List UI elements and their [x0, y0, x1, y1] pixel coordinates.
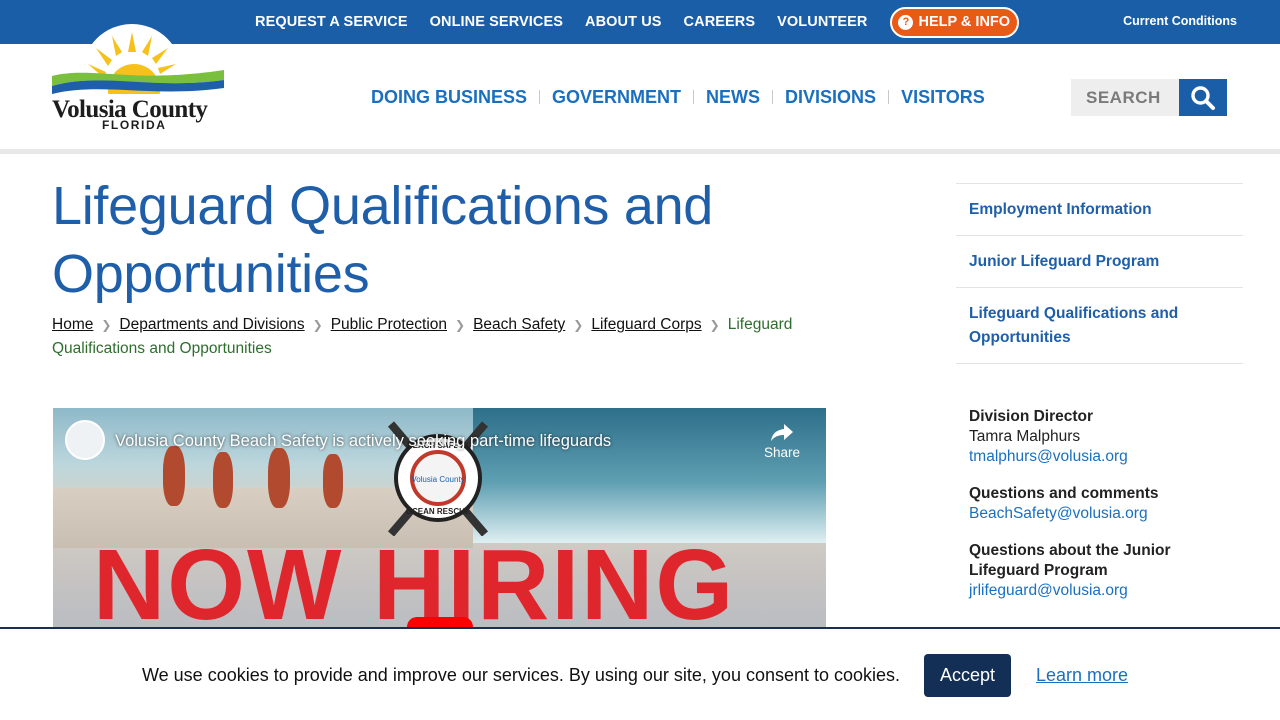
breadcrumb-departments[interactable]: Departments and Divisions: [119, 316, 304, 333]
nav-visitors[interactable]: VISITORS: [889, 87, 997, 108]
current-conditions-link[interactable]: Current Conditions: [1123, 14, 1237, 28]
share-label: Share: [763, 445, 801, 460]
utility-link-volunteer[interactable]: VOLUNTEER: [777, 14, 867, 30]
badge-county-text: Volusia County: [411, 475, 464, 484]
contact-label: Questions and comments: [969, 485, 1159, 502]
chevron-right-icon: ❯: [312, 318, 323, 332]
contact-questions: Questions and comments BeachSafety@volus…: [969, 484, 1239, 524]
share-arrow-icon: [771, 424, 793, 441]
contact-junior-lifeguard: Questions about the Junior Lifeguard Pro…: [969, 541, 1239, 601]
main-nav: DOING BUSINESS GOVERNMENT NEWS DIVISIONS…: [359, 84, 997, 110]
sidebar-item-employment[interactable]: Employment Information: [956, 184, 1243, 236]
utility-link-about-us[interactable]: ABOUT US: [585, 14, 662, 30]
sidebar-item-junior-lifeguard[interactable]: Junior Lifeguard Program: [956, 236, 1243, 288]
search-input[interactable]: SEARCH: [1071, 79, 1179, 116]
badge-bottom-text: OCEAN RESCUE: [406, 507, 471, 516]
nav-news[interactable]: NEWS: [694, 87, 772, 108]
nav-doing-business[interactable]: DOING BUSINESS: [359, 87, 539, 108]
utility-link-careers[interactable]: CAREERS: [684, 14, 756, 30]
help-info-label: HELP & INFO: [918, 14, 1011, 30]
contact-list: Division Director Tamra Malphurs tmalphu…: [969, 407, 1239, 618]
utility-link-online-services[interactable]: ONLINE SERVICES: [430, 14, 563, 30]
contact-email-link[interactable]: tmalphurs@volusia.org: [969, 448, 1128, 465]
cookie-message: We use cookies to provide and improve ou…: [142, 665, 901, 685]
breadcrumb-beach-safety[interactable]: Beach Safety: [473, 316, 565, 333]
video-runner: [163, 446, 185, 506]
nav-divisions[interactable]: DIVISIONS: [773, 87, 888, 108]
sidebar-nav: Employment Information Junior Lifeguard …: [956, 183, 1243, 364]
cookie-learn-more-link[interactable]: Learn more: [1036, 665, 1128, 686]
logo-subtitle: FLORIDA: [102, 118, 167, 132]
video-title[interactable]: Volusia County Beach Safety is actively …: [115, 432, 611, 451]
cookie-banner: We use cookies to provide and improve ou…: [0, 627, 1280, 720]
video-player[interactable]: Volusia County BEACH SAFETY OCEAN RESCUE…: [53, 408, 826, 633]
magnifier-icon: [1191, 85, 1215, 110]
utility-nav: REQUEST A SERVICE ONLINE SERVICES ABOUT …: [244, 0, 1020, 44]
channel-avatar[interactable]: [65, 420, 105, 460]
page-title: Lifeguard Qualifications and Opportuniti…: [52, 176, 714, 304]
video-runner: [323, 454, 343, 508]
chevron-right-icon: ❯: [573, 318, 584, 332]
chevron-right-icon: ❯: [101, 318, 112, 332]
contact-division-director: Division Director Tamra Malphurs tmalphu…: [969, 407, 1239, 467]
utility-link-request-service[interactable]: REQUEST A SERVICE: [255, 14, 408, 30]
header-divider: [0, 149, 1280, 154]
sidebar-item-qualifications[interactable]: Lifeguard Qualifications and Opportuniti…: [956, 288, 1243, 364]
video-runner: [213, 452, 233, 508]
contact-name: Tamra Malphurs: [969, 428, 1081, 445]
nav-government[interactable]: GOVERNMENT: [540, 87, 693, 108]
question-icon: ?: [898, 14, 914, 30]
search-button[interactable]: [1179, 79, 1227, 116]
cookie-accept-button[interactable]: Accept: [924, 654, 1011, 697]
breadcrumb-public-protection[interactable]: Public Protection: [331, 316, 447, 333]
contact-email-link[interactable]: BeachSafety@volusia.org: [969, 505, 1148, 522]
contact-label: Questions about the Junior Lifeguard Pro…: [969, 542, 1171, 579]
chevron-right-icon: ❯: [709, 318, 720, 332]
video-runner: [268, 448, 290, 508]
chevron-right-icon: ❯: [455, 318, 466, 332]
breadcrumb-lifeguard-corps[interactable]: Lifeguard Corps: [591, 316, 701, 333]
contact-label: Division Director: [969, 408, 1094, 425]
breadcrumb-home[interactable]: Home: [52, 316, 93, 333]
breadcrumb: Home ❯ Departments and Divisions ❯ Public Pr…: [52, 313, 822, 361]
share-button[interactable]: Share: [762, 422, 802, 460]
help-info-button[interactable]: ? HELP & INFO: [890, 6, 1020, 38]
contact-email-link[interactable]: jrlifeguard@volusia.org: [969, 582, 1128, 599]
